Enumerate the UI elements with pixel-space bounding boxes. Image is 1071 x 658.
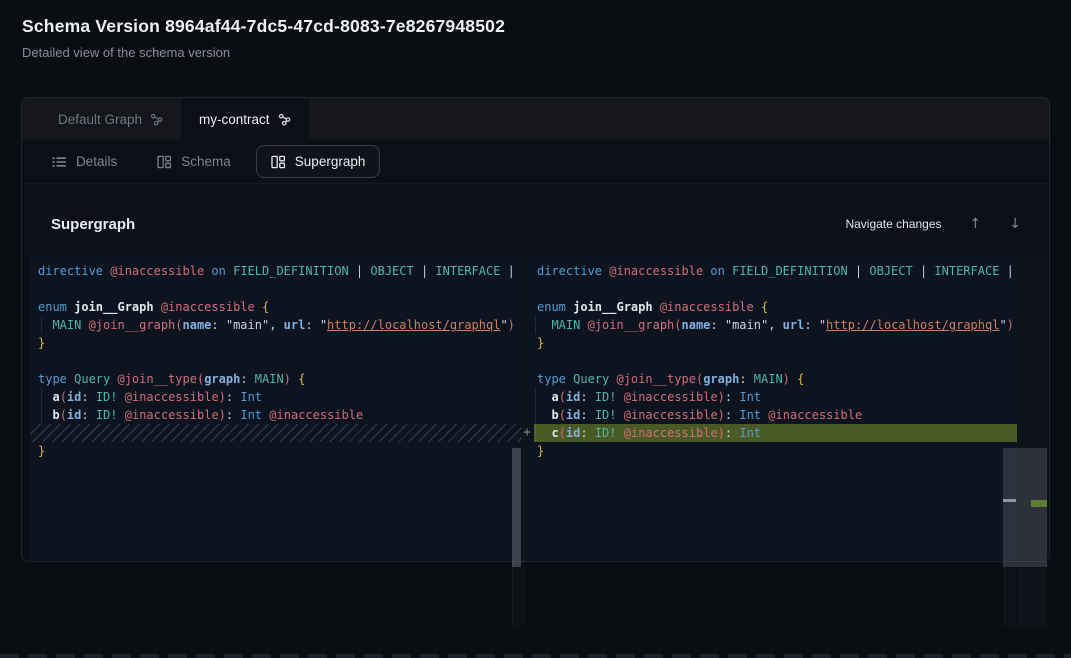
graph-tab-bar: Default Graph my-contract — [22, 98, 1049, 140]
diff-modified-pane[interactable]: directive @inaccessible on FIELD_DEFINIT… — [524, 255, 1017, 562]
right-scrollbar-track[interactable] — [1004, 562, 1016, 627]
tab-default-graph-label: Default Graph — [58, 112, 142, 127]
indent-guide — [535, 388, 536, 406]
code-line: MAIN @join__graph(name: "main", url: "ht… — [30, 316, 522, 334]
previous-change-button[interactable]: ↑ — [970, 216, 982, 232]
columns-icon — [271, 155, 286, 169]
code-line: b(id: ID! @inaccessible): Int @inaccessi… — [30, 406, 522, 424]
code-line: directive @inaccessible on FIELD_DEFINIT… — [524, 262, 1017, 280]
indent-guide — [535, 406, 536, 424]
modified-code: directive @inaccessible on FIELD_DEFINIT… — [524, 255, 1017, 460]
code-line: type Query @join__type(graph: MAIN) { — [30, 370, 522, 388]
graph-variant-icon — [278, 113, 291, 126]
code-line — [30, 424, 522, 442]
left-scrollbar-thumb[interactable] — [512, 448, 521, 567]
code-line: directive @inaccessible on FIELD_DEFINIT… — [30, 262, 522, 280]
subtab-details[interactable]: Details — [37, 145, 132, 178]
section-title: Supergraph — [51, 216, 135, 233]
navigate-changes: Navigate changes ↑ ↓ — [845, 216, 1021, 232]
code-line: a(id: ID! @inaccessible): Int — [524, 388, 1017, 406]
left-scrollbar-track[interactable] — [512, 562, 521, 627]
columns-icon — [157, 155, 172, 169]
code-line — [30, 352, 522, 370]
indent-guide — [41, 316, 42, 334]
next-change-button[interactable]: ↓ — [1009, 216, 1021, 232]
code-line: enum join__Graph @inaccessible { — [30, 298, 522, 316]
indent-guide — [41, 388, 42, 406]
code-line: } — [524, 442, 1017, 460]
tab-default-graph[interactable]: Default Graph — [40, 98, 181, 140]
minimap[interactable] — [1017, 255, 1047, 627]
indent-guide — [41, 406, 42, 424]
code-line: type Query @join__type(graph: MAIN) { — [524, 370, 1017, 388]
schema-version-page: Schema Version 8964af44-7dc5-47cd-8083-7… — [0, 0, 1071, 658]
code-line — [30, 280, 522, 298]
original-code: directive @inaccessible on FIELD_DEFINIT… — [30, 255, 522, 460]
page-title: Schema Version 8964af44-7dc5-47cd-8083-7… — [22, 16, 505, 37]
subtab-details-label: Details — [76, 154, 117, 169]
indent-guide — [535, 316, 536, 334]
card-bottom-edge — [30, 561, 1047, 562]
version-subtab-bar: Details Schema — [22, 140, 1049, 184]
indent-guide — [535, 424, 536, 442]
code-line: } — [30, 442, 522, 460]
added-line-plus-marker: + — [520, 424, 534, 442]
bottom-dashed-divider — [0, 654, 1071, 658]
subtab-supergraph[interactable]: Supergraph — [256, 145, 381, 178]
minimap-added-marker — [1031, 500, 1047, 507]
code-line — [524, 280, 1017, 298]
code-line: } — [30, 334, 522, 352]
code-line: enum join__Graph @inaccessible { — [524, 298, 1017, 316]
code-line: b(id: ID! @inaccessible): Int @inaccessi… — [524, 406, 1017, 424]
scrollbar-change-marker — [1003, 499, 1016, 502]
diff-original-pane[interactable]: directive @inaccessible on FIELD_DEFINIT… — [30, 255, 522, 562]
tab-my-contract[interactable]: my-contract — [181, 98, 309, 140]
subtab-schema-label: Schema — [181, 154, 231, 169]
minimap-slider[interactable] — [1003, 448, 1047, 567]
supergraph-section-header: Supergraph Navigate changes ↑ ↓ — [22, 206, 1049, 242]
page-subtitle: Detailed view of the schema version — [22, 45, 505, 60]
list-icon — [52, 155, 67, 169]
code-line: c(id: ID! @inaccessible): Int — [524, 424, 1017, 442]
subtab-supergraph-label: Supergraph — [295, 154, 366, 169]
graph-variant-icon — [150, 113, 163, 126]
navigate-changes-label: Navigate changes — [845, 217, 941, 231]
subtab-schema[interactable]: Schema — [142, 145, 246, 178]
code-line — [524, 352, 1017, 370]
code-line: MAIN @join__graph(name: "main", url: "ht… — [524, 316, 1017, 334]
page-header: Schema Version 8964af44-7dc5-47cd-8083-7… — [22, 16, 505, 60]
code-line: } — [524, 334, 1017, 352]
tab-my-contract-label: my-contract — [199, 112, 270, 127]
code-line: a(id: ID! @inaccessible): Int — [30, 388, 522, 406]
